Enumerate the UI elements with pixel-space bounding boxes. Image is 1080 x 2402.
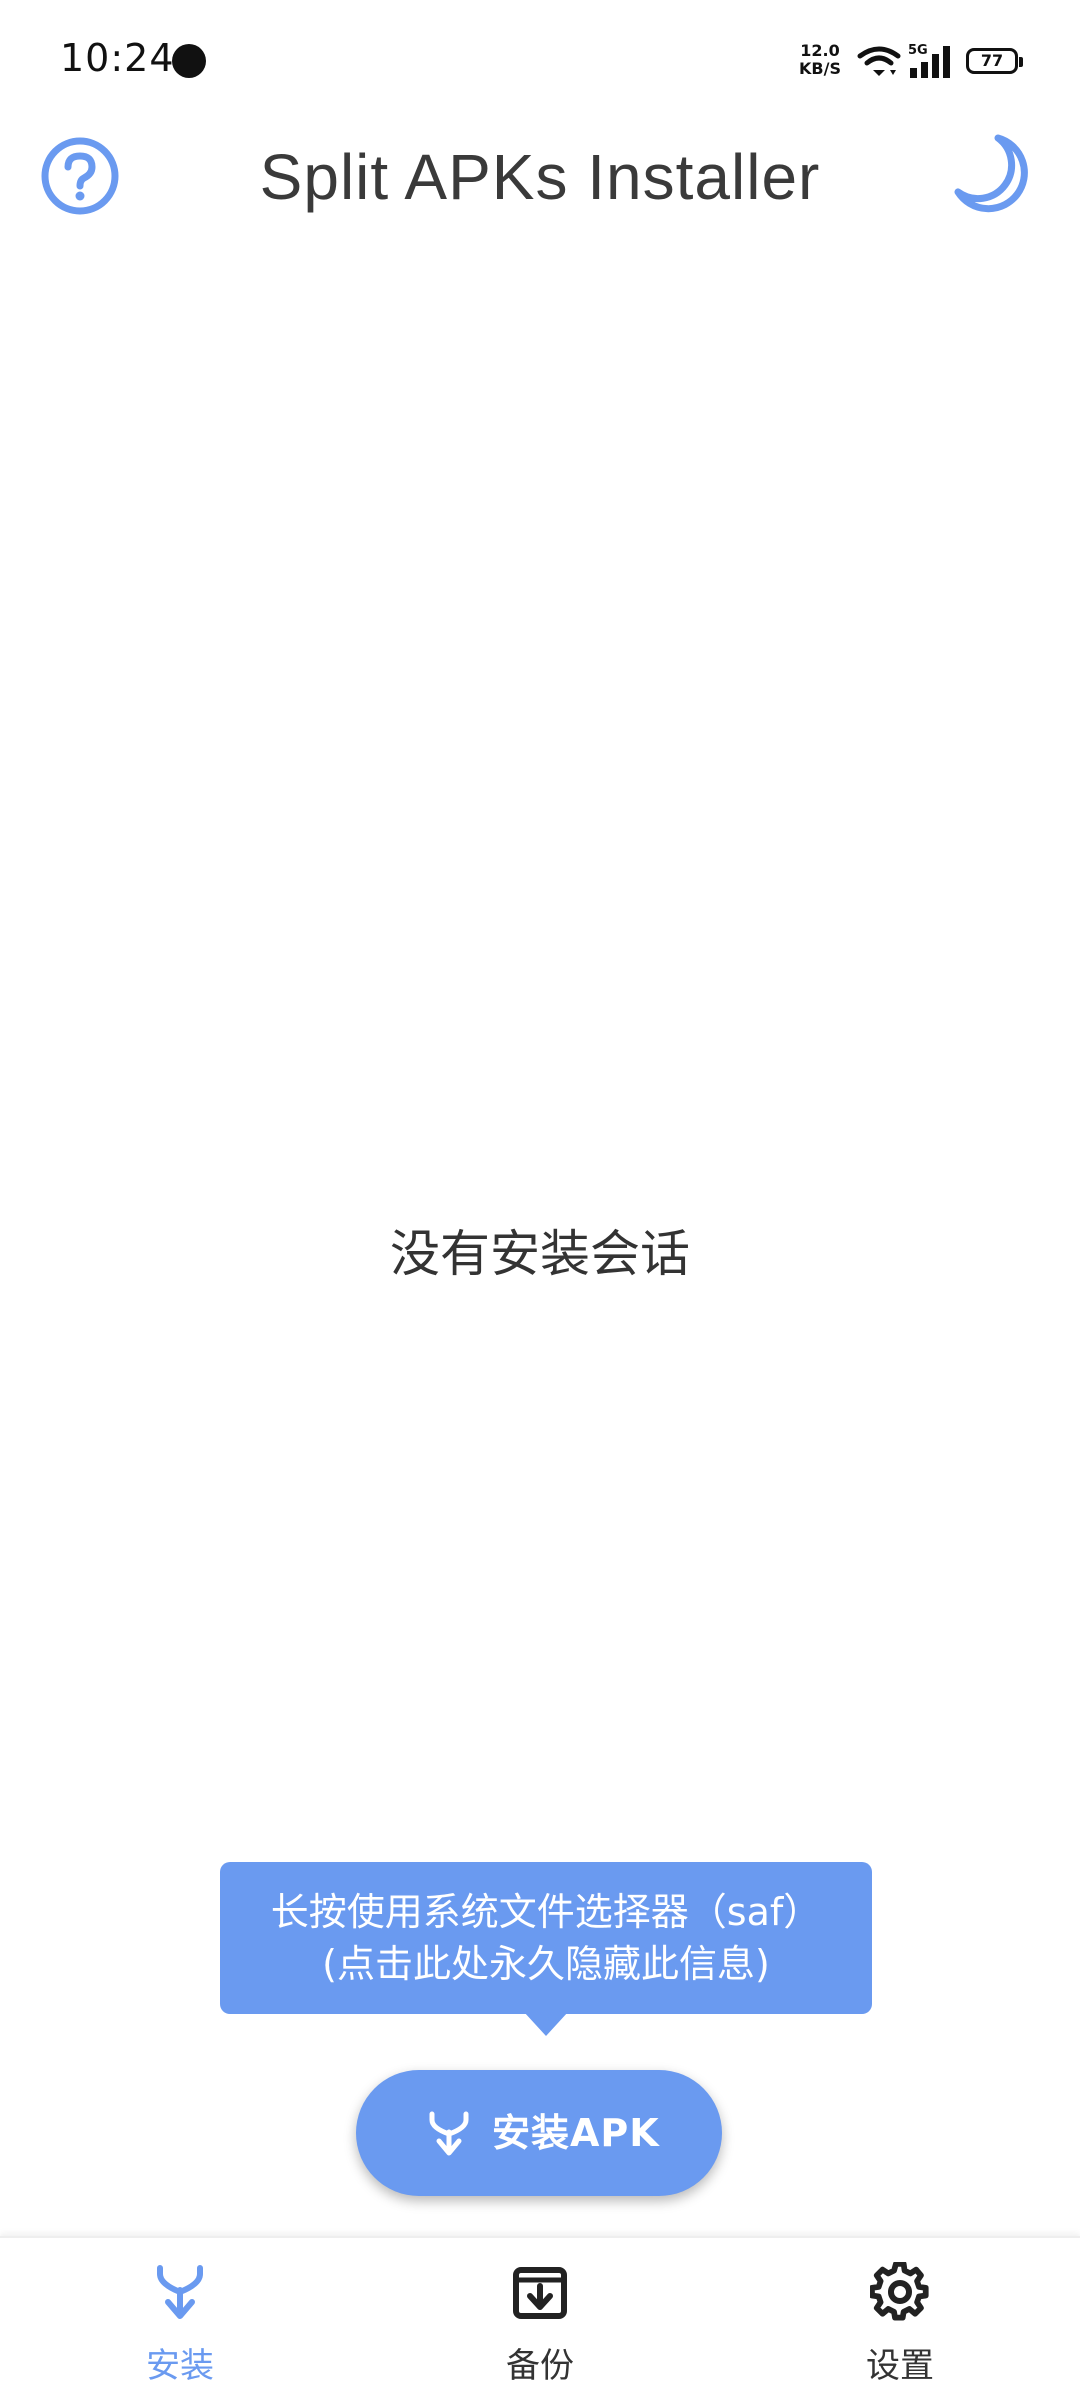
battery-level: 77: [980, 51, 1004, 70]
moon-icon: [954, 134, 1028, 213]
notification-dot-icon: [172, 44, 206, 78]
tooltip-arrow: [524, 2012, 568, 2036]
install-icon: [157, 2265, 203, 2319]
battery-icon: 77: [966, 48, 1023, 74]
tooltip-line-2: (点击此处永久隐藏此信息): [322, 1942, 770, 1986]
cellular-signal-icon: 5G: [908, 43, 950, 78]
tooltip-line-1: 长按使用系统文件选择器（saf）: [270, 1890, 822, 1934]
status-time: 10:24: [60, 36, 175, 80]
backup-icon: [513, 2267, 567, 2319]
bottom-navigation: 安装 备份 设置: [0, 2236, 1080, 2402]
empty-sessions-message: 没有安装会话: [390, 1225, 690, 1283]
nav-item-backup[interactable]: 备份: [360, 2238, 720, 2402]
status-bar: 10:24 12.0 KB/S 5G 77: [0, 0, 1080, 120]
nav-item-install[interactable]: 安装: [0, 2238, 360, 2402]
saf-hint-tooltip[interactable]: 长按使用系统文件选择器（saf） (点击此处永久隐藏此信息): [220, 1862, 872, 2014]
wifi-icon: [857, 46, 901, 76]
app-title: Split APKs Installer: [259, 141, 821, 213]
theme-toggle-button[interactable]: [950, 130, 1034, 220]
install-apk-label: 安装APK: [492, 2111, 660, 2155]
network-speed: 12.0 KB/S: [796, 42, 844, 78]
nav-label-settings: 设置: [866, 2346, 934, 2386]
gear-icon: [870, 2262, 929, 2321]
app-bar: Split APKs Installer: [0, 120, 1080, 240]
network-speed-value: 12.0: [800, 41, 840, 60]
signal-type-label: 5G: [908, 43, 928, 58]
network-speed-unit: KB/S: [799, 59, 841, 78]
nav-label-install: 安装: [146, 2346, 214, 2386]
nav-item-settings[interactable]: 设置: [720, 2238, 1080, 2402]
install-apk-button[interactable]: 安装APK: [356, 2070, 722, 2196]
merge-arrow-icon: [429, 2111, 469, 2156]
nav-label-backup: 备份: [506, 2346, 574, 2386]
